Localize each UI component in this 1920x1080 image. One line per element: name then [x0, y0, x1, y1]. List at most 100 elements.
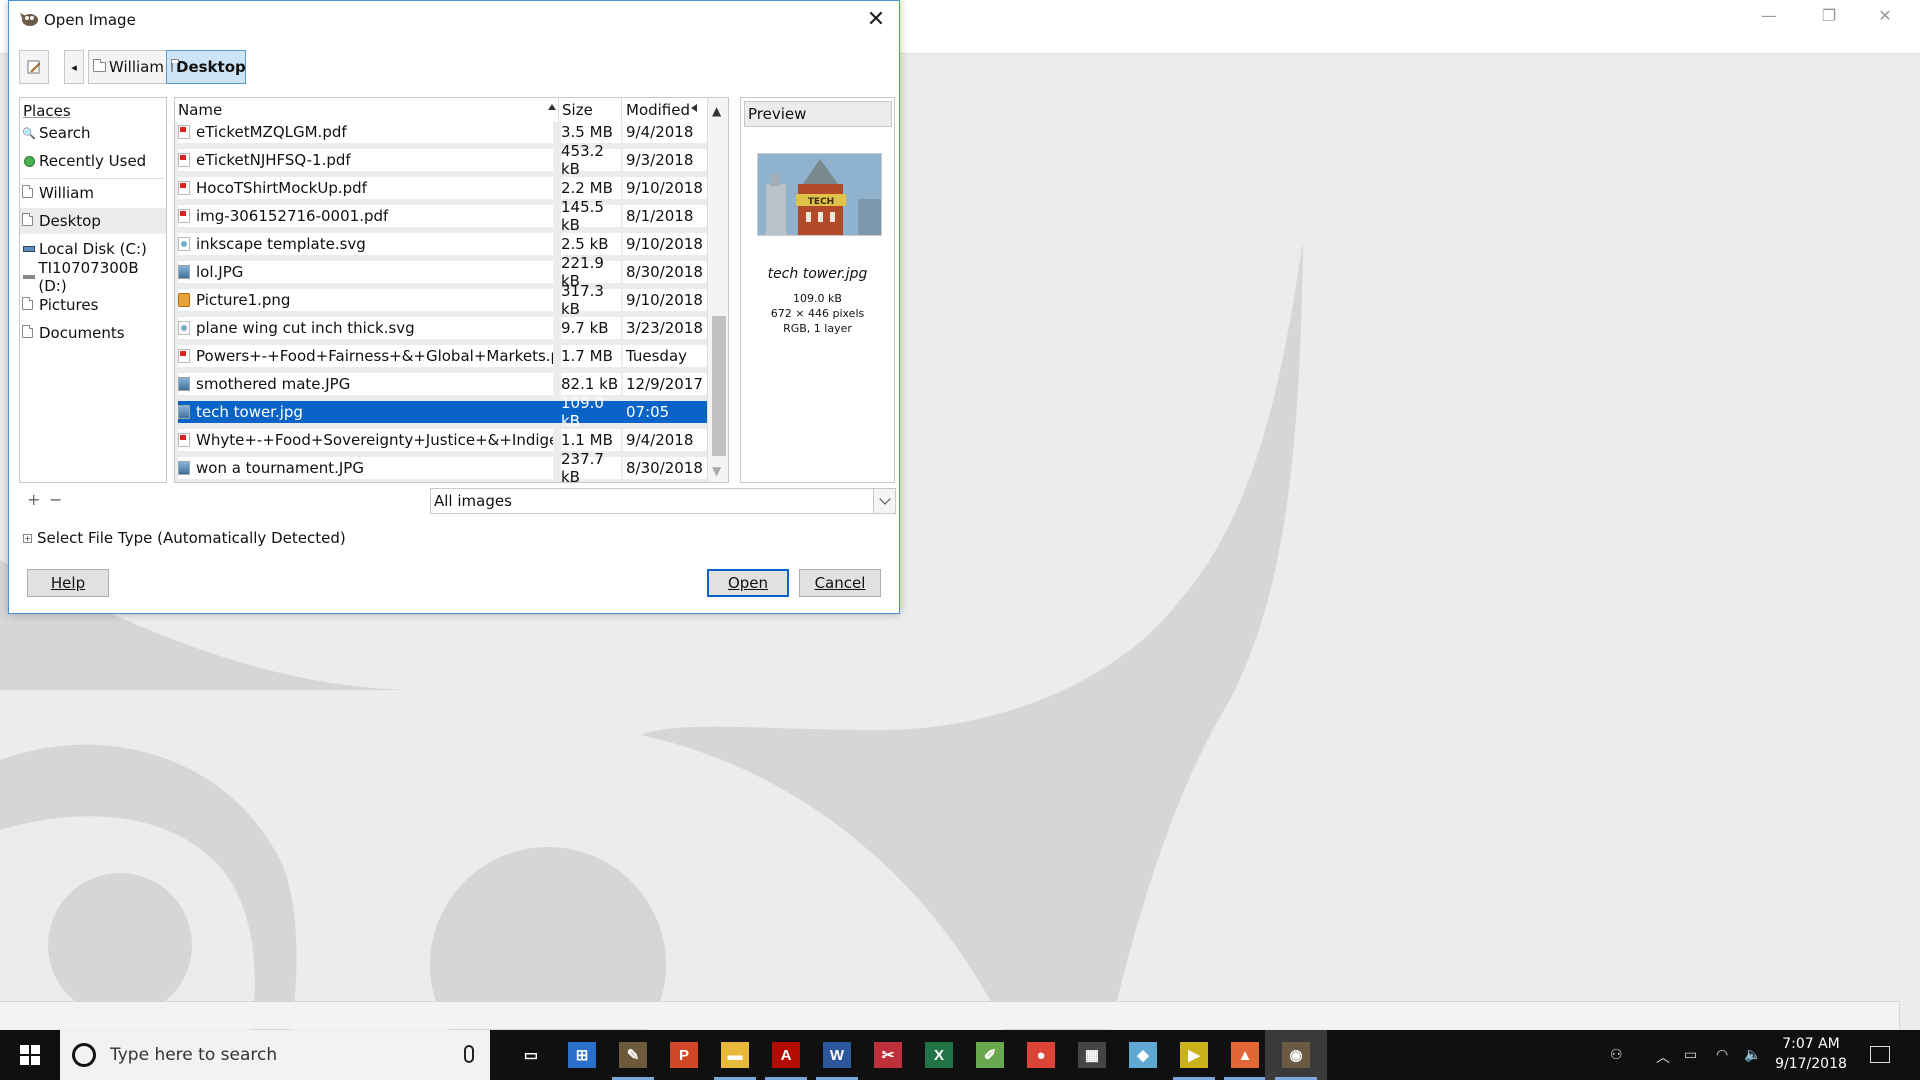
edit-location-button[interactable] — [19, 50, 49, 84]
volume-icon[interactable]: 🔈 — [1744, 1047, 1761, 1063]
expander-plus-icon[interactable]: + — [23, 533, 32, 543]
cancel-button-label: Cancel — [814, 574, 866, 592]
file-name: eTicketNJHFSQ-1.pdf — [196, 151, 351, 169]
place-documents[interactable]: Documents — [20, 320, 166, 346]
add-bookmark-button[interactable]: + — [27, 490, 40, 509]
column-header-size[interactable]: Size — [562, 101, 593, 119]
taskbar-app-gimp[interactable]: ◉ — [1265, 1030, 1327, 1080]
word-icon: W — [823, 1042, 851, 1068]
file-row[interactable]: Powers+-+Food+Fairness+&+Global+Markets.… — [175, 341, 707, 369]
acrobat-icon: A — [772, 1042, 800, 1068]
action-center-icon[interactable] — [1870, 1046, 1890, 1063]
place-william[interactable]: William — [20, 180, 166, 206]
pdf-file-icon — [178, 433, 190, 447]
file-row[interactable]: img-306152716-0001.pdf 145.5 kB 8/1/2018 — [175, 198, 707, 234]
file-row[interactable]: plane wing cut inch thick.svg 9.7 kB 3/23/… — [175, 313, 707, 341]
open-button[interactable]: Open — [707, 569, 789, 597]
column-header-name[interactable]: Name — [178, 101, 222, 119]
clock-time[interactable]: 7:07 AM — [1776, 1036, 1846, 1052]
minimize-icon[interactable]: — — [1746, 4, 1792, 28]
clock-date[interactable]: 9/17/2018 — [1772, 1056, 1850, 1072]
column-header-modified[interactable]: Modified — [626, 101, 690, 119]
file-filter-dropdown[interactable]: All images — [430, 488, 896, 514]
file-row[interactable]: lol.JPG 221.9 kB 8/30/2018 — [175, 254, 707, 290]
scroll-up-icon[interactable]: ▲ — [712, 104, 721, 118]
file-row[interactable]: inkscape template.svg 2.5 kB 9/10/2018 — [175, 229, 707, 257]
file-row[interactable]: Picture1.png 317.3 kB 9/10/2018 — [175, 282, 707, 318]
notes-app-icon: ◆ — [1129, 1042, 1157, 1068]
chevron-down-icon[interactable] — [873, 489, 895, 513]
folder-icon — [22, 297, 36, 312]
folder-icon — [171, 59, 179, 72]
pdf-file-icon — [178, 349, 190, 363]
file-row[interactable]: eTicketNJHFSQ-1.pdf 453.2 kB 9/3/2018 — [175, 142, 707, 178]
img-file-icon — [178, 265, 190, 279]
snipping-icon: ✂ — [874, 1042, 902, 1068]
file-name: HocoTShirtMockUp.pdf — [196, 179, 367, 197]
preview-header[interactable]: Preview — [744, 101, 892, 127]
place-desktop[interactable]: Desktop — [20, 208, 166, 234]
file-size: 237.7 kB — [561, 450, 621, 482]
restore-icon[interactable]: ❐ — [1806, 4, 1852, 28]
help-button[interactable]: Help — [27, 569, 109, 597]
start-button[interactable] — [0, 1030, 60, 1080]
file-name-cell: eTicketMZQLGM.pdf — [178, 121, 553, 143]
place-search[interactable]: 🔍 Search — [20, 120, 166, 146]
taskbar-search-box[interactable]: Type here to search — [60, 1030, 490, 1080]
place-drive-d[interactable]: TI10707300B (D:) — [20, 259, 166, 295]
places-header[interactable]: Places — [23, 102, 71, 120]
place-pictures[interactable]: Pictures — [20, 292, 166, 318]
file-row[interactable]: smothered mate.JPG 82.1 kB 12/9/2017 — [175, 369, 707, 397]
folder-icon — [22, 325, 36, 340]
column-divider[interactable] — [621, 98, 622, 122]
path-crumb-william[interactable]: William — [88, 50, 170, 84]
paint-app-icon: ✎ — [619, 1042, 647, 1068]
png-file-icon — [178, 293, 190, 307]
dialog-close-button[interactable]: ✕ — [861, 5, 891, 35]
file-modified: Tuesday — [623, 345, 707, 367]
preview-thumbnail: TECH — [757, 153, 882, 236]
scrollbar-thumb[interactable] — [712, 316, 726, 456]
file-row[interactable]: won a tournament.JPG 237.7 kB 8/30/2018 — [175, 450, 707, 482]
wifi-icon[interactable]: ◠ — [1716, 1047, 1728, 1063]
pencil-icon — [27, 60, 41, 74]
file-row[interactable]: Whyte+-+Food+Sovereignty+Justice+&+Indig… — [175, 425, 707, 453]
show-hidden-icons-chevron[interactable]: ︿ — [1656, 1047, 1670, 1067]
preview-color-mode: RGB, 1 layer — [783, 322, 852, 335]
pdf-file-icon — [178, 153, 190, 167]
path-back-button[interactable]: ◂ — [64, 50, 84, 84]
cancel-button[interactable]: Cancel — [799, 569, 881, 597]
path-crumb-desktop[interactable]: Desktop — [166, 50, 246, 84]
file-size: 109.0 kB — [555, 394, 623, 430]
file-modified: 9/3/2018 — [623, 149, 707, 171]
column-divider[interactable] — [558, 98, 559, 122]
file-row-selected[interactable]: tech tower.jpg 109.0 kB 07:05 — [175, 394, 707, 430]
battery-icon[interactable]: ▭ — [1684, 1047, 1697, 1063]
file-name-cell: Powers+-+Food+Fairness+&+Global+Markets.… — [178, 345, 553, 367]
select-file-type-expander[interactable]: + Select File Type (Automatically Detect… — [23, 529, 346, 547]
place-recently-used[interactable]: Recently Used — [20, 148, 166, 174]
cortana-icon — [72, 1043, 96, 1067]
file-name: Picture1.png — [196, 291, 291, 309]
file-list-scrollbar[interactable]: ▲ ▼ — [707, 98, 728, 482]
file-size: 221.9 kB — [561, 254, 621, 290]
file-name-cell: eTicketNJHFSQ-1.pdf — [178, 149, 553, 171]
chrome-icon: ● — [1027, 1042, 1055, 1068]
close-window-icon[interactable]: ✕ — [1862, 4, 1908, 28]
place-label: Local Disk (C:) — [39, 240, 147, 258]
gimp-statusbar — [0, 1001, 1900, 1029]
file-modified: 3/23/2018 — [623, 317, 707, 339]
remove-bookmark-button[interactable]: − — [49, 490, 62, 509]
file-name: eTicketMZQLGM.pdf — [196, 123, 347, 141]
microphone-icon[interactable] — [464, 1045, 474, 1063]
folder-icon — [22, 213, 36, 228]
place-label: TI10707300B (D:) — [38, 259, 139, 295]
people-icon[interactable]: ⚇ — [1610, 1047, 1623, 1063]
file-name-cell: Picture1.png — [178, 289, 553, 311]
scroll-down-icon[interactable]: ▼ — [712, 464, 721, 478]
place-label: William — [39, 184, 94, 202]
img-file-icon — [178, 377, 190, 391]
file-row[interactable]: HocoTShirtMockUp.pdf 2.2 MB 9/10/2018 — [175, 173, 707, 201]
windows-logo-icon — [20, 1045, 40, 1065]
place-label: Search — [39, 124, 91, 142]
